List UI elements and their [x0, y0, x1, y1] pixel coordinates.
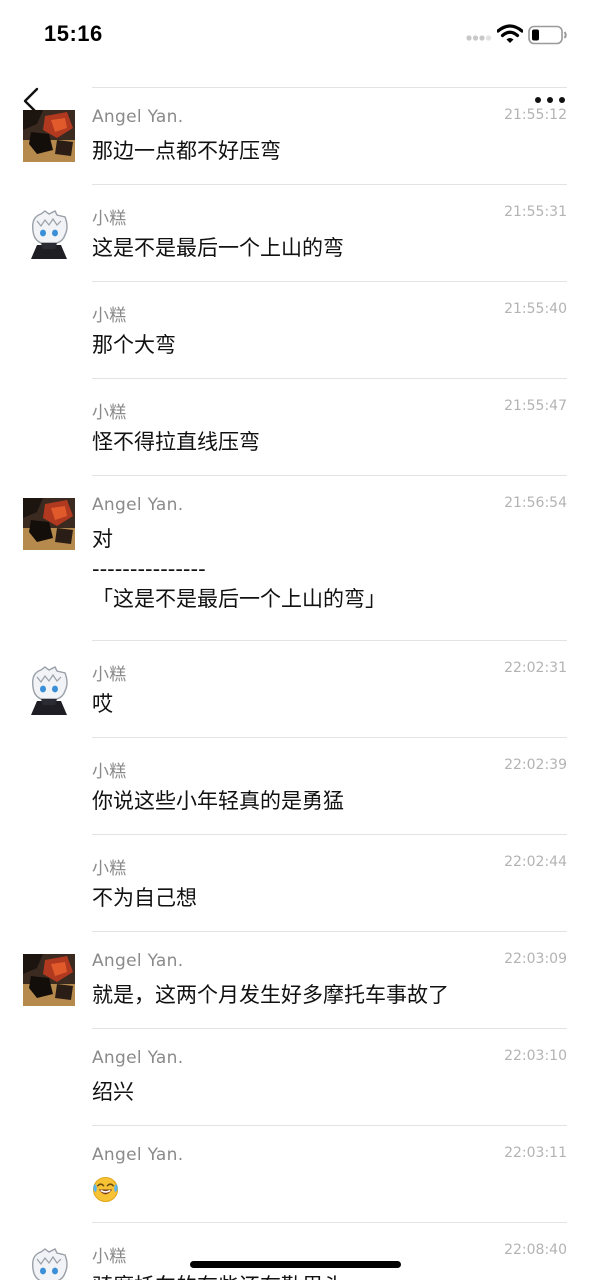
message-content: 绍兴 [92, 1078, 134, 1106]
message-content: 这是不是最后一个上山的弯 [92, 234, 344, 262]
message-content: 骑摩托车的有些还有勤里头 [92, 1272, 344, 1280]
message-content: 那个大弯 [92, 331, 176, 359]
avatar-xiaogao[interactable] [23, 1245, 75, 1280]
sender-name: 小糕 [92, 665, 127, 685]
message-divider [92, 1028, 567, 1029]
chat-history-screen: 15:16 Angel Yan. 21:55:12 那边一点都不好压弯 小糕 2… [0, 0, 591, 1280]
message-text: 对 [92, 527, 113, 551]
message-content: 就是，这两个月发生好多摩托车事故了 [92, 981, 449, 1009]
message-text: 哎 [92, 692, 113, 716]
message-content: 不为自己想 [92, 884, 197, 912]
message-time: 21:55:40 [504, 301, 567, 317]
battery-icon [528, 25, 567, 45]
message-time: 21:56:54 [504, 495, 567, 511]
message-divider [92, 184, 567, 185]
message-item[interactable]: 小糕 22:02:44 不为自己想 [0, 834, 591, 931]
cellular-signal-icon [466, 35, 492, 41]
sender-name: 小糕 [92, 1247, 127, 1267]
quoted-message: 「这是不是最后一个上山的弯」 [92, 587, 386, 611]
message-text: 绍兴 [92, 1080, 134, 1104]
message-divider [92, 281, 567, 282]
message-time: 22:03:11 [504, 1145, 567, 1161]
message-divider [92, 834, 567, 835]
message-list: Angel Yan. 21:55:12 那边一点都不好压弯 小糕 21:55:3… [0, 87, 591, 1280]
message-text: 不为自己想 [92, 886, 197, 910]
message-time: 21:55:31 [504, 204, 567, 220]
sender-name: 小糕 [92, 209, 127, 229]
message-time: 22:03:09 [504, 951, 567, 967]
avatar-xiaogao[interactable] [23, 663, 75, 715]
message-item[interactable]: Angel Yan. 21:56:54 对 --------------- 「这… [0, 475, 591, 640]
message-content [92, 1175, 119, 1210]
message-time: 21:55:12 [504, 107, 567, 123]
quote-separator: --------------- [92, 557, 206, 581]
sender-name: Angel Yan. [92, 1048, 184, 1068]
message-item[interactable]: Angel Yan. 22:03:11 [0, 1125, 591, 1222]
sender-name: Angel Yan. [92, 495, 184, 515]
message-time: 22:02:39 [504, 757, 567, 773]
message-text: 这是不是最后一个上山的弯 [92, 236, 344, 260]
message-time: 22:02:31 [504, 660, 567, 676]
message-divider [92, 87, 567, 88]
message-divider [92, 931, 567, 932]
sender-name: Angel Yan. [92, 1145, 184, 1165]
message-item[interactable]: 小糕 21:55:47 怪不得拉直线压弯 [0, 378, 591, 475]
message-item[interactable]: 小糕 22:08:40 骑摩托车的有些还有勤里头 [0, 1222, 591, 1280]
message-content: 对 --------------- 「这是不是最后一个上山的弯」 [92, 525, 386, 613]
message-item[interactable]: 小糕 22:02:39 你说这些小年轻真的是勇猛 [0, 737, 591, 834]
message-time: 21:55:47 [504, 398, 567, 414]
message-time: 22:02:44 [504, 854, 567, 870]
avatar-xiaogao[interactable] [23, 207, 75, 259]
message-content: 怪不得拉直线压弯 [92, 428, 260, 456]
message-item[interactable]: Angel Yan. 21:55:12 那边一点都不好压弯 [0, 87, 591, 184]
message-divider [92, 640, 567, 641]
message-time: 22:03:10 [504, 1048, 567, 1064]
sender-name: 小糕 [92, 306, 127, 326]
home-indicator[interactable] [190, 1261, 401, 1268]
message-divider [92, 378, 567, 379]
wifi-icon [497, 24, 523, 43]
message-divider [92, 475, 567, 476]
message-content: 那边一点都不好压弯 [92, 137, 281, 165]
avatar-angel[interactable] [23, 498, 75, 550]
message-text: 怪不得拉直线压弯 [92, 430, 260, 454]
status-time: 15:16 [44, 21, 103, 46]
sender-name: Angel Yan. [92, 951, 184, 971]
sender-name: 小糕 [92, 403, 127, 423]
avatar-angel[interactable] [23, 110, 75, 162]
message-content: 你说这些小年轻真的是勇猛 [92, 787, 344, 815]
message-item[interactable]: 小糕 21:55:31 这是不是最后一个上山的弯 [0, 184, 591, 281]
message-divider [92, 737, 567, 738]
sender-name: Angel Yan. [92, 107, 184, 127]
message-text: 就是，这两个月发生好多摩托车事故了 [92, 983, 449, 1007]
message-time: 22:08:40 [504, 1242, 567, 1258]
sender-name: 小糕 [92, 762, 127, 782]
status-bar: 15:16 [0, 0, 591, 70]
avatar-angel[interactable] [23, 954, 75, 1006]
message-content: 哎 [92, 690, 113, 718]
laughing-crying-emoji-icon [92, 1176, 119, 1203]
message-item[interactable]: Angel Yan. 22:03:09 就是，这两个月发生好多摩托车事故了 [0, 931, 591, 1028]
message-divider [92, 1125, 567, 1126]
message-text: 骑摩托车的有些还有勤里头 [92, 1272, 344, 1280]
sender-name: 小糕 [92, 859, 127, 879]
message-text: 那个大弯 [92, 333, 176, 357]
message-text: 你说这些小年轻真的是勇猛 [92, 789, 344, 813]
message-divider [92, 1222, 567, 1223]
message-item[interactable]: 小糕 22:02:31 哎 [0, 640, 591, 737]
message-item[interactable]: Angel Yan. 22:03:10 绍兴 [0, 1028, 591, 1125]
message-text: 那边一点都不好压弯 [92, 139, 281, 163]
message-item[interactable]: 小糕 21:55:40 那个大弯 [0, 281, 591, 378]
